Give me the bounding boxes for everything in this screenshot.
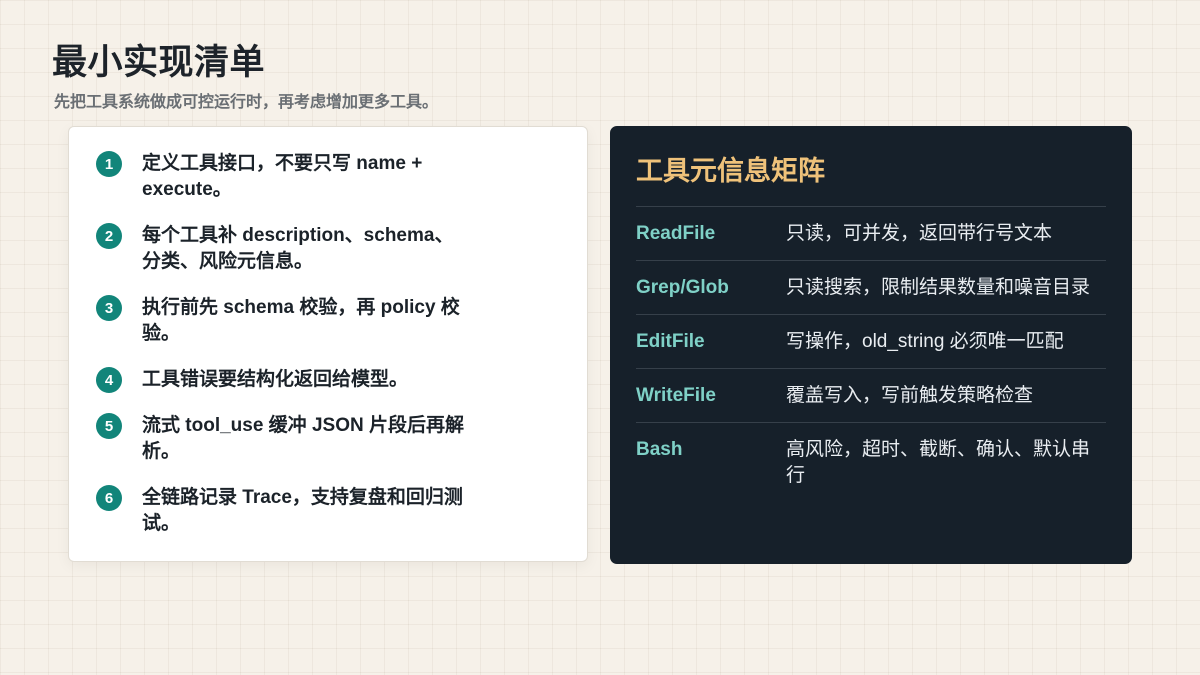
matrix-row: WriteFile 覆盖写入，写前触发策略检查 — [636, 368, 1106, 422]
checklist-item-text: 执行前先 schema 校验，再 policy 校验。 — [142, 297, 460, 344]
tool-description: 只读，可并发，返回带行号文本 — [786, 223, 1053, 244]
number-badge: 1 — [96, 151, 122, 177]
tool-name: EditFile — [636, 331, 705, 352]
checklist-item: 6 全链路记录 Trace，支持复盘和回归测试。 — [96, 485, 561, 537]
checklist-item: 3 执行前先 schema 校验，再 policy 校验。 — [96, 295, 561, 347]
tool-description: 高风险，超时、截断、确认、默认串行 — [786, 439, 1091, 486]
tool-name: Grep/Glob — [636, 277, 729, 298]
number-badge: 5 — [96, 413, 122, 439]
checklist-item-text: 全链路记录 Trace，支持复盘和回归测试。 — [142, 487, 463, 534]
page-title: 最小实现清单 — [52, 43, 266, 82]
checklist-item-text: 工具错误要结构化返回给模型。 — [142, 369, 409, 390]
number-badge: 2 — [96, 223, 122, 249]
checklist-card: 1 定义工具接口，不要只写 name + execute。 2 每个工具补 de… — [68, 126, 588, 562]
matrix-row: Grep/Glob 只读搜索，限制结果数量和噪音目录 — [636, 260, 1106, 314]
checklist: 1 定义工具接口，不要只写 name + execute。 2 每个工具补 de… — [96, 151, 561, 537]
checklist-item: 5 流式 tool_use 缓冲 JSON 片段后再解析。 — [96, 413, 561, 465]
checklist-item-text: 流式 tool_use 缓冲 JSON 片段后再解析。 — [142, 415, 464, 462]
tool-description: 只读搜索，限制结果数量和噪音目录 — [786, 277, 1091, 298]
metadata-matrix-card: 工具元信息矩阵 ReadFile 只读，可并发，返回带行号文本 Grep/Glo… — [610, 126, 1132, 564]
matrix-row: Bash 高风险，超时、截断、确认、默认串行 — [636, 422, 1106, 512]
tool-description: 写操作，old_string 必须唯一匹配 — [786, 331, 1064, 352]
checklist-item: 4 工具错误要结构化返回给模型。 — [96, 367, 561, 393]
number-badge: 3 — [96, 295, 122, 321]
tool-name: Bash — [636, 439, 683, 460]
checklist-item-text: 每个工具补 description、schema、分类、风险元信息。 — [142, 225, 454, 272]
number-badge: 4 — [96, 367, 122, 393]
checklist-item-text: 定义工具接口，不要只写 name + execute。 — [142, 153, 423, 200]
tool-name: ReadFile — [636, 223, 716, 244]
tool-description: 覆盖写入，写前触发策略检查 — [786, 385, 1034, 406]
tool-name: WriteFile — [636, 385, 716, 406]
matrix-row: ReadFile 只读，可并发，返回带行号文本 — [636, 206, 1106, 260]
matrix-title: 工具元信息矩阵 — [636, 156, 825, 186]
checklist-item: 1 定义工具接口，不要只写 name + execute。 — [96, 151, 561, 203]
number-badge: 6 — [96, 485, 122, 511]
matrix-row: EditFile 写操作，old_string 必须唯一匹配 — [636, 314, 1106, 368]
checklist-item: 2 每个工具补 description、schema、分类、风险元信息。 — [96, 223, 561, 275]
page-subtitle: 先把工具系统做成可控运行时，再考虑增加更多工具。 — [54, 94, 439, 111]
